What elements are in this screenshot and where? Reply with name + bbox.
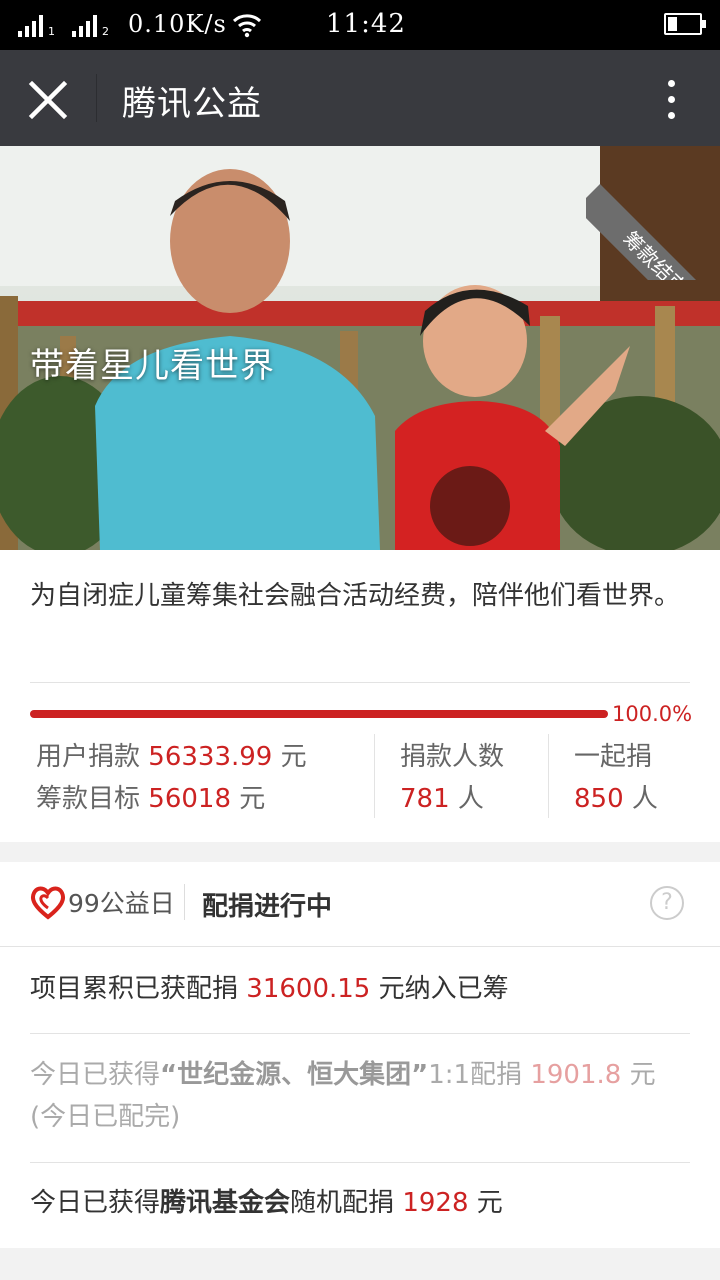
match-foundation-type: 随机配捐 (290, 1188, 395, 1218)
donated-unit: 元 (280, 742, 307, 772)
donors-value: 781 (400, 784, 450, 814)
goal-amount: 筹款目标 56018 元 (36, 778, 265, 815)
page-title: 腾讯公益 (122, 84, 262, 124)
sim1-label: 1 (48, 25, 55, 38)
status-ribbon: 筹款结束 (586, 146, 720, 280)
match-total-line: 项目累积已获配捐 31600.15 元纳入已筹 (30, 968, 690, 1010)
project-title: 带着星儿看世界 (30, 346, 275, 386)
donated-label: 用户捐款 (36, 742, 141, 772)
together-unit: 人 (631, 784, 658, 814)
signal-sim2-icon: 2 (72, 13, 109, 37)
match-company-name: “世纪金源、恒大集团” (160, 1060, 429, 1090)
ribbon-label: 筹款结束 (586, 184, 720, 280)
goal-label: 筹款目标 (36, 784, 141, 814)
donors-unit: 人 (457, 784, 484, 814)
column-divider (548, 734, 549, 818)
close-icon[interactable] (22, 74, 74, 126)
match-company-unit: 元 (629, 1060, 656, 1090)
divider (0, 946, 720, 947)
divider (30, 682, 690, 683)
match-company-note: (今日已配完) (30, 1102, 181, 1132)
match-total-prefix: 项目累积已获配捐 (30, 974, 239, 1004)
title-bar: 腾讯公益 (0, 50, 720, 146)
match-foundation-name: 腾讯基金会 (160, 1188, 291, 1218)
match-company-ratio: 1:1配捐 (428, 1060, 523, 1090)
bottom-spacer (0, 1248, 720, 1280)
match-foundation-line: 今日已获得腾讯基金会随机配捐 1928 元 (30, 1182, 690, 1224)
more-menu-icon[interactable] (652, 76, 692, 122)
clock: 11:42 (326, 9, 406, 39)
match-total-value: 31600.15 (246, 974, 371, 1004)
goal-unit: 元 (239, 784, 266, 814)
match-company-prefix: 今日已获得 (30, 1060, 161, 1090)
wifi-icon (232, 14, 262, 38)
title-divider (96, 74, 97, 122)
match-foundation-value: 1928 (402, 1188, 469, 1218)
project-description: 为自闭症儿童筹集社会融合活动经费，陪伴他们看世界。 (30, 581, 681, 611)
divider (30, 1162, 690, 1163)
battery-icon (664, 13, 706, 35)
status-bar: 1 2 0.10K/s 11:42 (0, 0, 720, 50)
event-logo-text: 99公益日 (68, 889, 175, 918)
together-count[interactable]: 850 人 (574, 778, 658, 815)
match-foundation-prefix: 今日已获得 (30, 1188, 161, 1218)
progress-bar (30, 710, 608, 718)
together-value: 850 (574, 784, 624, 814)
match-company-value: 1901.8 (530, 1060, 622, 1090)
goal-value: 56018 (148, 784, 231, 814)
divider (30, 1033, 690, 1034)
donated-amount: 用户捐款 56333.99 元 (36, 736, 307, 773)
help-icon[interactable]: ? (650, 886, 684, 920)
match-company-line: 今日已获得“世纪金源、恒大集团”1:1配捐 1901.8 元 (今日已配完) (30, 1054, 690, 1138)
progress-percent: 100.0% (612, 702, 693, 726)
together-label[interactable]: 一起捐 (574, 736, 652, 773)
donated-value: 56333.99 (148, 742, 273, 772)
progress-fill (30, 710, 608, 718)
heart-logo-icon (30, 886, 66, 920)
match-total-suffix: 元纳入已筹 (378, 974, 509, 1004)
network-speed: 0.10K/s (128, 10, 227, 38)
donors-label: 捐款人数 (400, 742, 505, 772)
signal-sim1-icon: 1 (18, 13, 55, 37)
match-foundation-unit: 元 (476, 1188, 503, 1218)
sim2-label: 2 (102, 25, 109, 38)
logo-divider (184, 884, 185, 920)
battery-level (668, 17, 677, 31)
matching-status: 配捐进行中 (202, 892, 333, 922)
column-divider (374, 734, 375, 818)
donors-count: 781 人 (400, 778, 484, 815)
